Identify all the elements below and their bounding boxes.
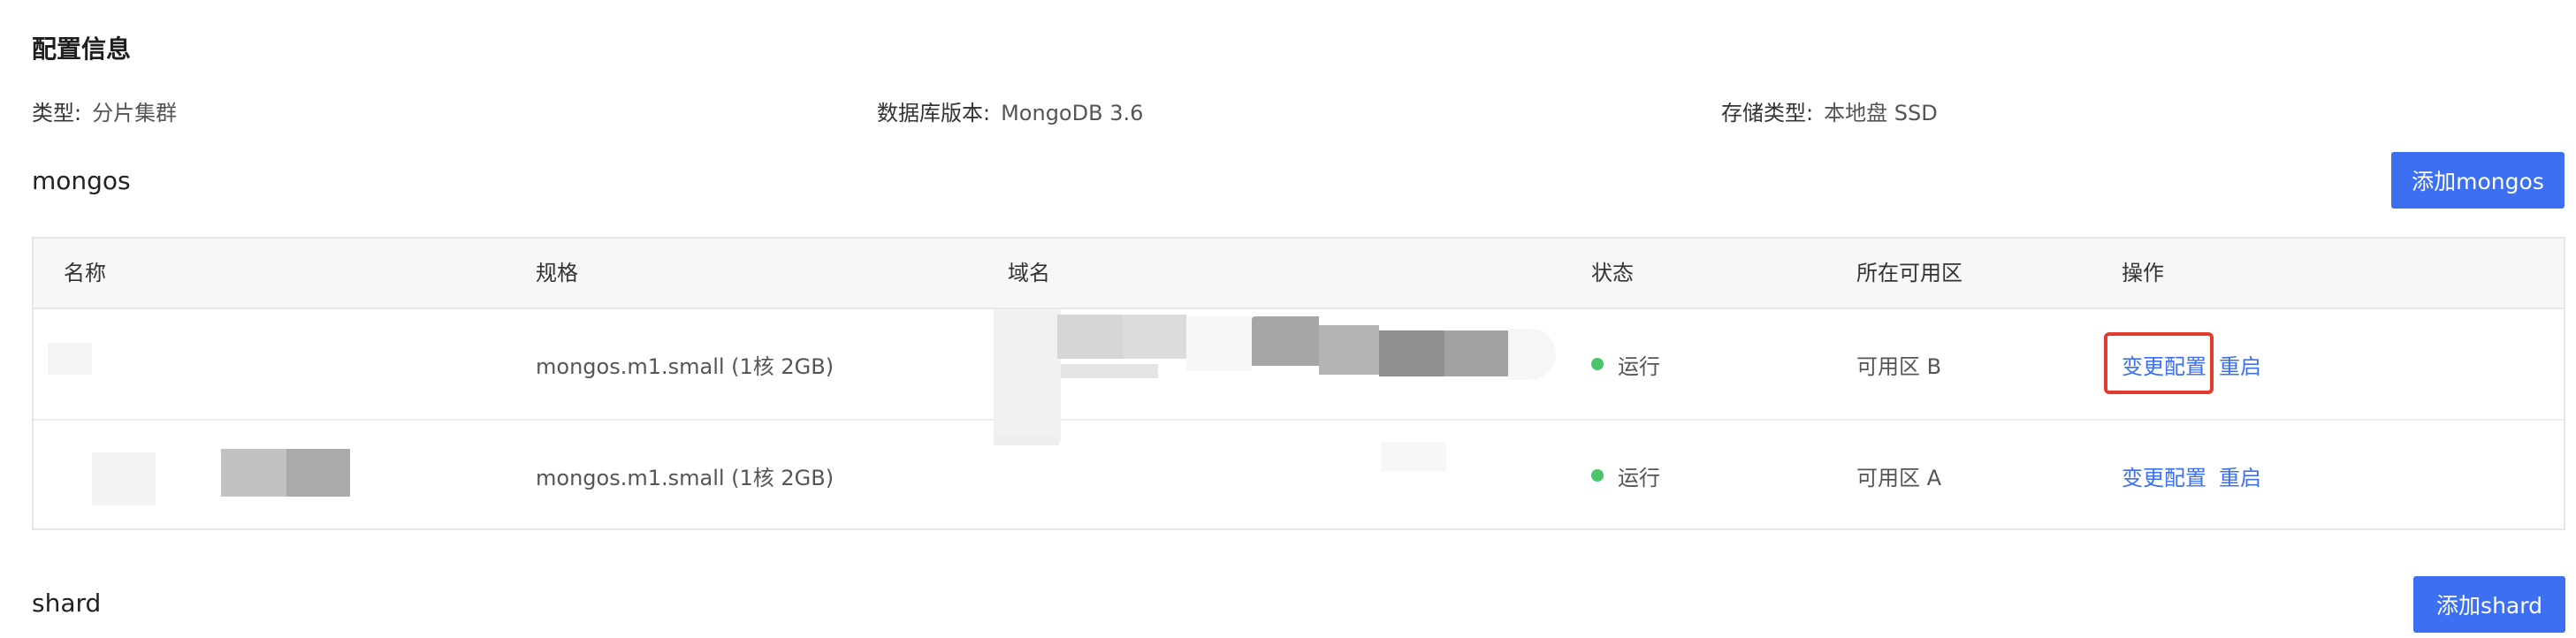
db-version-value: MongoDB 3.6 xyxy=(1001,101,1144,125)
restart-link[interactable]: 重启 xyxy=(2219,349,2261,380)
row-spec: mongos.m1.small (1核 2GB) xyxy=(536,465,835,490)
storage-type-value: 本地盘 SSD xyxy=(1824,101,1938,125)
add-mongos-button[interactable]: 添加mongos xyxy=(2391,152,2565,209)
row-status: 运行 xyxy=(1591,309,1660,419)
redacted-domain-block xyxy=(1186,316,1252,371)
config-section-title: 配置信息 xyxy=(32,34,132,64)
mongos-section-title: mongos xyxy=(32,166,131,195)
row-actions: 变更配置 重启 xyxy=(2122,421,2261,530)
redacted-domain-block xyxy=(994,437,1059,445)
db-version-info: 数据库版本: MongoDB 3.6 xyxy=(877,95,1143,126)
redacted-name-block xyxy=(286,449,350,497)
type-label: 类型: xyxy=(32,101,82,125)
redacted-domain-block xyxy=(1123,315,1186,359)
column-header-status: 状态 xyxy=(1591,261,1634,285)
redacted-name-block xyxy=(48,343,92,375)
redacted-domain-block xyxy=(1061,364,1158,378)
highlight-box xyxy=(2104,332,2214,394)
storage-type-label: 存储类型: xyxy=(1721,101,1814,125)
column-header-spec: 规格 xyxy=(536,261,578,285)
redacted-domain-block xyxy=(1319,325,1379,375)
redacted-name-block xyxy=(221,449,286,497)
restart-link[interactable]: 重启 xyxy=(2219,460,2261,491)
column-header-zone: 所在可用区 xyxy=(1856,261,1962,285)
type-info: 类型: 分片集群 xyxy=(32,95,177,126)
storage-type-info: 存储类型: 本地盘 SSD xyxy=(1721,95,1938,126)
row-spec: mongos.m1.small (1核 2GB) xyxy=(536,353,835,379)
redacted-name-block xyxy=(92,452,156,505)
column-header-actions: 操作 xyxy=(2122,261,2164,285)
column-header-domain: 域名 xyxy=(1008,261,1050,285)
redacted-domain-block xyxy=(1444,330,1508,376)
status-running-dot-icon xyxy=(1591,358,1604,370)
shard-section-title: shard xyxy=(32,589,102,618)
type-value: 分片集群 xyxy=(92,101,178,125)
modify-config-link[interactable]: 变更配置 xyxy=(2122,460,2206,491)
status-running-dot-icon xyxy=(1591,469,1604,482)
row-zone: 可用区 A xyxy=(1856,465,1942,490)
db-version-label: 数据库版本: xyxy=(877,101,991,125)
redacted-domain-block xyxy=(1252,316,1319,366)
table-row: mongos.m1.small (1核 2GB) 运行 可用区 A 变更配置 重… xyxy=(34,421,2564,530)
table-header: 名称 规格 域名 状态 所在可用区 操作 xyxy=(34,239,2564,309)
row-status: 运行 xyxy=(1591,421,1660,530)
status-text: 运行 xyxy=(1618,353,1660,379)
redacted-domain-block xyxy=(994,309,1061,442)
redacted-domain-block xyxy=(1379,330,1444,376)
add-shard-button[interactable]: 添加shard xyxy=(2413,576,2565,633)
redacted-domain-block xyxy=(1057,315,1123,359)
status-text: 运行 xyxy=(1618,465,1660,490)
column-header-name: 名称 xyxy=(64,261,106,285)
row-zone: 可用区 B xyxy=(1856,353,1942,379)
redacted-domain-block xyxy=(1381,442,1446,472)
